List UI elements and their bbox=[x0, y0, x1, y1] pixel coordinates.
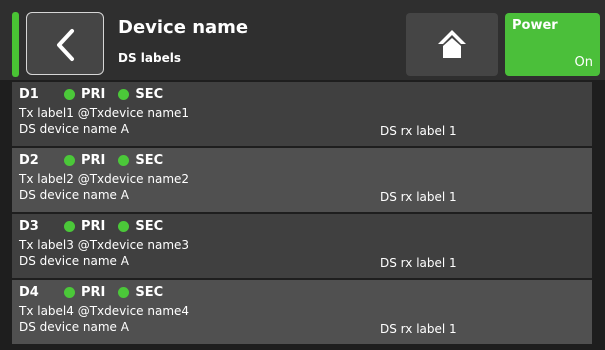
tx-label: Tx label4 @Txdevice name4 bbox=[19, 304, 190, 318]
pri-status-dot-icon bbox=[64, 154, 75, 166]
tx-label: Tx label2 @Txdevice name2 bbox=[19, 172, 190, 186]
pri-status-dot-icon bbox=[64, 220, 75, 232]
list-item[interactable]: D4 PRI SEC Tx label4 @Txdevice name4 DS … bbox=[12, 280, 592, 344]
power-label: Power bbox=[512, 18, 558, 33]
rx-label: DS rx label 1 bbox=[380, 256, 457, 270]
pri-label: PRI bbox=[81, 86, 106, 102]
row-status-line: D2 PRI SEC bbox=[19, 152, 176, 168]
pri-label: PRI bbox=[81, 218, 106, 234]
row-status-line: D1 PRI SEC bbox=[19, 86, 176, 102]
list-item[interactable]: D2 PRI SEC Tx label2 @Txdevice name2 DS … bbox=[12, 148, 592, 212]
device-id: D4 bbox=[19, 284, 39, 300]
header-bar: Device name DS labels Power On bbox=[0, 0, 605, 80]
list-item[interactable]: D1 PRI SEC Tx label1 @Txdevice name1 DS … bbox=[12, 82, 592, 146]
pri-label: PRI bbox=[81, 152, 106, 168]
device-name: DS device name A bbox=[19, 188, 129, 202]
list-item[interactable]: D3 PRI SEC Tx label3 @Txdevice name3 DS … bbox=[12, 214, 592, 278]
chevron-left-icon bbox=[57, 29, 74, 61]
sec-status-dot-icon bbox=[118, 220, 130, 232]
pri-status-dot-icon bbox=[64, 88, 75, 100]
power-button[interactable]: Power On bbox=[505, 13, 600, 76]
sec-label: SEC bbox=[135, 218, 164, 234]
device-id: D2 bbox=[19, 152, 39, 168]
rx-label: DS rx label 1 bbox=[380, 322, 457, 336]
back-button[interactable] bbox=[26, 12, 104, 75]
device-name: DS device name A bbox=[19, 320, 129, 334]
page-title: Device name bbox=[118, 17, 249, 38]
ds-label-list: D1 PRI SEC Tx label1 @Txdevice name1 DS … bbox=[12, 82, 592, 346]
device-name: DS device name A bbox=[19, 122, 129, 136]
pri-label: PRI bbox=[81, 284, 106, 300]
sec-status-dot-icon bbox=[118, 88, 130, 100]
sec-label: SEC bbox=[135, 152, 164, 168]
device-id: D3 bbox=[19, 218, 39, 234]
home-button[interactable] bbox=[406, 13, 498, 76]
device-id: D1 bbox=[19, 86, 39, 102]
tx-label: Tx label3 @Txdevice name3 bbox=[19, 238, 190, 252]
power-state: On bbox=[574, 55, 593, 70]
pri-status-dot-icon bbox=[64, 286, 75, 298]
status-indicator-strip bbox=[12, 12, 19, 77]
rx-label: DS rx label 1 bbox=[380, 190, 457, 204]
rx-label: DS rx label 1 bbox=[380, 124, 457, 138]
home-icon bbox=[438, 30, 466, 58]
row-status-line: D3 PRI SEC bbox=[19, 218, 176, 234]
sec-status-dot-icon bbox=[118, 154, 130, 166]
page-subtitle: DS labels bbox=[118, 51, 181, 65]
device-name: DS device name A bbox=[19, 254, 129, 268]
sec-status-dot-icon bbox=[118, 286, 130, 298]
tx-label: Tx label1 @Txdevice name1 bbox=[19, 106, 190, 120]
sec-label: SEC bbox=[135, 284, 164, 300]
sec-label: SEC bbox=[135, 86, 164, 102]
row-status-line: D4 PRI SEC bbox=[19, 284, 176, 300]
